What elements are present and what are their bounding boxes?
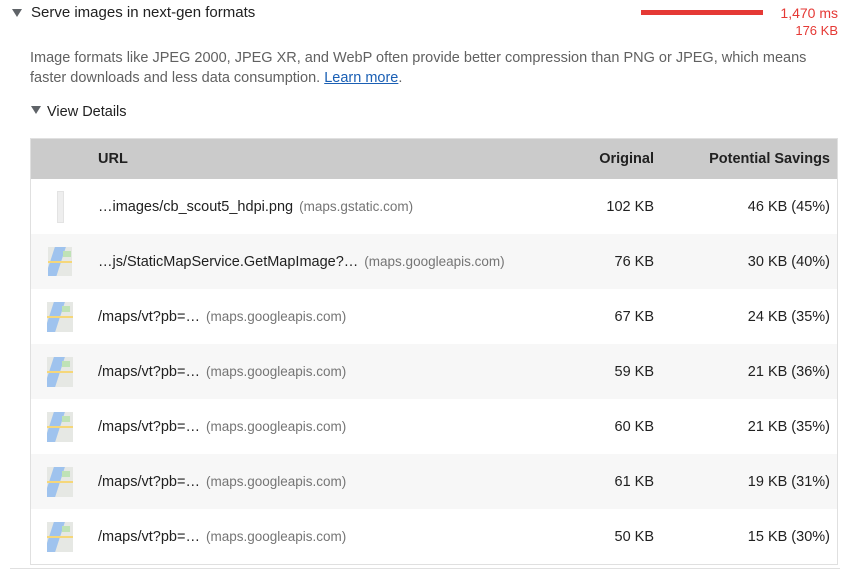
audit-panel: Serve images in next-gen formats 1,470 m…: [0, 0, 852, 577]
thumbnail-cell: [31, 289, 89, 344]
url-cell: /maps/vt?pb=… (maps.googleapis.com): [89, 289, 526, 344]
potential-savings-cell: 19 KB (31%): [747, 473, 830, 490]
learn-more-link[interactable]: Learn more: [324, 70, 398, 86]
resource-host: (maps.googleapis.com): [364, 253, 505, 269]
table-header-row: URL Original Potential Savings: [31, 139, 837, 179]
map-thumbnail-icon[interactable]: [48, 247, 72, 276]
resource-url[interactable]: /maps/vt?pb=…: [98, 419, 200, 435]
thumbnail-cell: [31, 454, 89, 509]
url-cell: …js/StaticMapService.GetMapImage?… (maps.…: [89, 234, 526, 289]
thumbnail-cell: [31, 179, 89, 234]
description-text: Image formats like JPEG 2000, JPEG XR, a…: [30, 50, 807, 86]
thumbnail-cell: [31, 344, 89, 399]
potential-savings-cell: 46 KB (45%): [747, 198, 830, 215]
image-thumbnail-icon[interactable]: [56, 190, 64, 223]
table-row: …images/cb_scout5_hdpi.png (maps.gstatic.…: [31, 179, 837, 234]
resource-url[interactable]: /maps/vt?pb=…: [98, 474, 200, 490]
map-thumbnail-icon[interactable]: [47, 466, 73, 497]
audit-description: Image formats like JPEG 2000, JPEG XR, a…: [30, 50, 807, 86]
original-size-cell: 60 KB: [614, 418, 655, 435]
table-row: /maps/vt?pb=… (maps.googleapis.com) 50 KB 1…: [31, 509, 837, 564]
potential-savings-cell: 21 KB (35%): [747, 418, 830, 435]
savings-time: 1,470 ms: [780, 5, 838, 21]
map-thumbnail-icon[interactable]: [47, 356, 73, 387]
details-table: URL Original Potential Savings …images/c…: [30, 138, 838, 565]
resource-url[interactable]: /maps/vt?pb=…: [98, 529, 200, 545]
url-cell: /maps/vt?pb=… (maps.googleapis.com): [89, 344, 526, 399]
url-column-header: URL: [98, 151, 128, 167]
audit-title[interactable]: Serve images in next-gen formats: [31, 4, 255, 21]
divider: [10, 568, 840, 569]
table-row: /maps/vt?pb=… (maps.googleapis.com) 59 KB 2…: [31, 344, 837, 399]
url-cell: /maps/vt?pb=… (maps.googleapis.com): [89, 509, 526, 564]
thumbnail-cell: [31, 399, 89, 454]
original-size-cell: 67 KB: [614, 308, 655, 325]
original-column-header: Original: [599, 151, 654, 167]
potential-savings-cell: 30 KB (40%): [747, 253, 830, 270]
thumbnail-column-header: [31, 139, 89, 179]
savings-size: 176 KB: [795, 23, 838, 38]
resource-url[interactable]: /maps/vt?pb=…: [98, 364, 200, 380]
view-details-label: View Details: [47, 104, 127, 120]
resource-url[interactable]: …js/StaticMapService.GetMapImage?…: [98, 254, 358, 270]
map-thumbnail-icon[interactable]: [47, 521, 73, 552]
resource-host: (maps.googleapis.com): [205, 308, 347, 324]
collapse-arrow-icon[interactable]: [12, 9, 22, 17]
resource-host: (maps.googleapis.com): [205, 473, 347, 489]
table-row: /maps/vt?pb=… (maps.googleapis.com) 67 KB 2…: [31, 289, 837, 344]
url-cell: …images/cb_scout5_hdpi.png (maps.gstatic.…: [89, 179, 526, 234]
savings-bar: [641, 10, 763, 15]
audit-header[interactable]: Serve images in next-gen formats 1,470 m…: [0, 0, 852, 44]
table-row: …js/StaticMapService.GetMapImage?… (maps.…: [31, 234, 837, 289]
resource-host: (maps.gstatic.com): [299, 198, 414, 214]
resource-url[interactable]: /maps/vt?pb=…: [98, 309, 200, 325]
table-row: /maps/vt?pb=… (maps.googleapis.com) 60 KB 2…: [31, 399, 837, 454]
thumbnail-cell: [31, 234, 89, 289]
table-row: /maps/vt?pb=… (maps.googleapis.com) 61 KB 1…: [31, 454, 837, 509]
expand-arrow-icon: [31, 106, 41, 114]
original-size-cell: 61 KB: [614, 473, 655, 490]
potential-savings-cell: 21 KB (36%): [747, 363, 830, 380]
original-size-cell: 50 KB: [614, 528, 655, 545]
map-thumbnail-icon[interactable]: [47, 301, 73, 332]
potential-savings-cell: 15 KB (30%): [747, 528, 830, 545]
url-cell: /maps/vt?pb=… (maps.googleapis.com): [89, 399, 526, 454]
resource-host: (maps.googleapis.com): [205, 528, 347, 544]
view-details-toggle[interactable]: View Details: [31, 104, 127, 120]
original-size-cell: 102 KB: [606, 198, 654, 215]
potential-savings-cell: 24 KB (35%): [747, 308, 830, 325]
original-size-cell: 76 KB: [614, 253, 655, 270]
savings-column-header: Potential Savings: [709, 151, 830, 167]
resource-host: (maps.googleapis.com): [205, 418, 347, 434]
resource-host: (maps.googleapis.com): [205, 363, 347, 379]
thumbnail-cell: [31, 509, 89, 564]
map-thumbnail-icon[interactable]: [47, 411, 73, 442]
url-cell: /maps/vt?pb=… (maps.googleapis.com): [89, 454, 526, 509]
original-size-cell: 59 KB: [614, 363, 655, 380]
resource-url[interactable]: …images/cb_scout5_hdpi.png: [98, 199, 293, 215]
